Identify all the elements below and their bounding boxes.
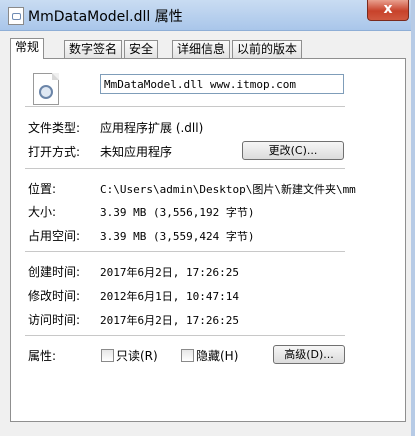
dll-file-icon <box>33 73 59 105</box>
created-label: 创建时间: <box>28 265 81 279</box>
change-button[interactable]: 更改(C)... <box>242 141 344 160</box>
size-on-disk-label: 占用空间: <box>28 229 81 243</box>
file-type-label: 文件类型: <box>28 121 81 135</box>
dll-file-icon <box>8 7 24 25</box>
advanced-button[interactable]: 高级(D)... <box>273 345 345 364</box>
tab-security[interactable]: 安全 <box>124 40 159 58</box>
location-value: C:\Users\admin\Desktop\图片\新建文件夹\mm <box>100 183 356 196</box>
page-fold-icon <box>52 73 59 80</box>
accessed-value: 2017年6月2日, 17:26:25 <box>100 314 239 327</box>
gear-icon <box>39 85 53 99</box>
filename-input[interactable] <box>100 74 344 94</box>
hidden-label[interactable]: 隐藏(H) <box>196 347 238 364</box>
tab-previous-versions[interactable]: 以前的版本 <box>232 40 303 58</box>
title-bar: MmDataModel.dll 属性 x <box>0 0 415 31</box>
divider <box>25 335 345 336</box>
divider <box>25 168 345 169</box>
readonly-checkbox[interactable] <box>101 349 114 362</box>
tab-general[interactable]: 常规 <box>10 38 45 59</box>
accessed-label: 访问时间: <box>28 313 81 327</box>
open-with-value: 未知应用程序 <box>100 145 173 159</box>
created-value: 2017年6月2日, 17:26:25 <box>100 266 239 279</box>
divider <box>25 251 345 252</box>
size-label: 大小: <box>28 205 57 219</box>
readonly-label[interactable]: 只读(R) <box>116 347 158 364</box>
attributes-label: 属性: <box>28 349 57 363</box>
size-on-disk-value: 3.39 MB (3,559,424 字节) <box>100 230 255 243</box>
window-frame-edge <box>411 0 415 436</box>
divider <box>25 106 345 107</box>
tab-digital-signature[interactable]: 数字签名 <box>64 40 123 58</box>
file-type-value: 应用程序扩展 (.dll) <box>100 121 204 135</box>
size-value: 3.39 MB (3,556,192 字节) <box>100 206 255 219</box>
close-button[interactable]: x <box>367 0 409 21</box>
open-with-label: 打开方式: <box>28 145 81 159</box>
general-panel: 文件类型: 应用程序扩展 (.dll) 打开方式: 未知应用程序 更改(C)..… <box>10 58 406 422</box>
hidden-checkbox[interactable] <box>181 349 194 362</box>
tab-details[interactable]: 详细信息 <box>172 40 231 58</box>
modified-label: 修改时间: <box>28 289 81 303</box>
window-title: MmDataModel.dll 属性 <box>28 9 183 25</box>
location-label: 位置: <box>28 182 57 196</box>
modified-value: 2012年6月1日, 10:47:14 <box>100 290 239 303</box>
